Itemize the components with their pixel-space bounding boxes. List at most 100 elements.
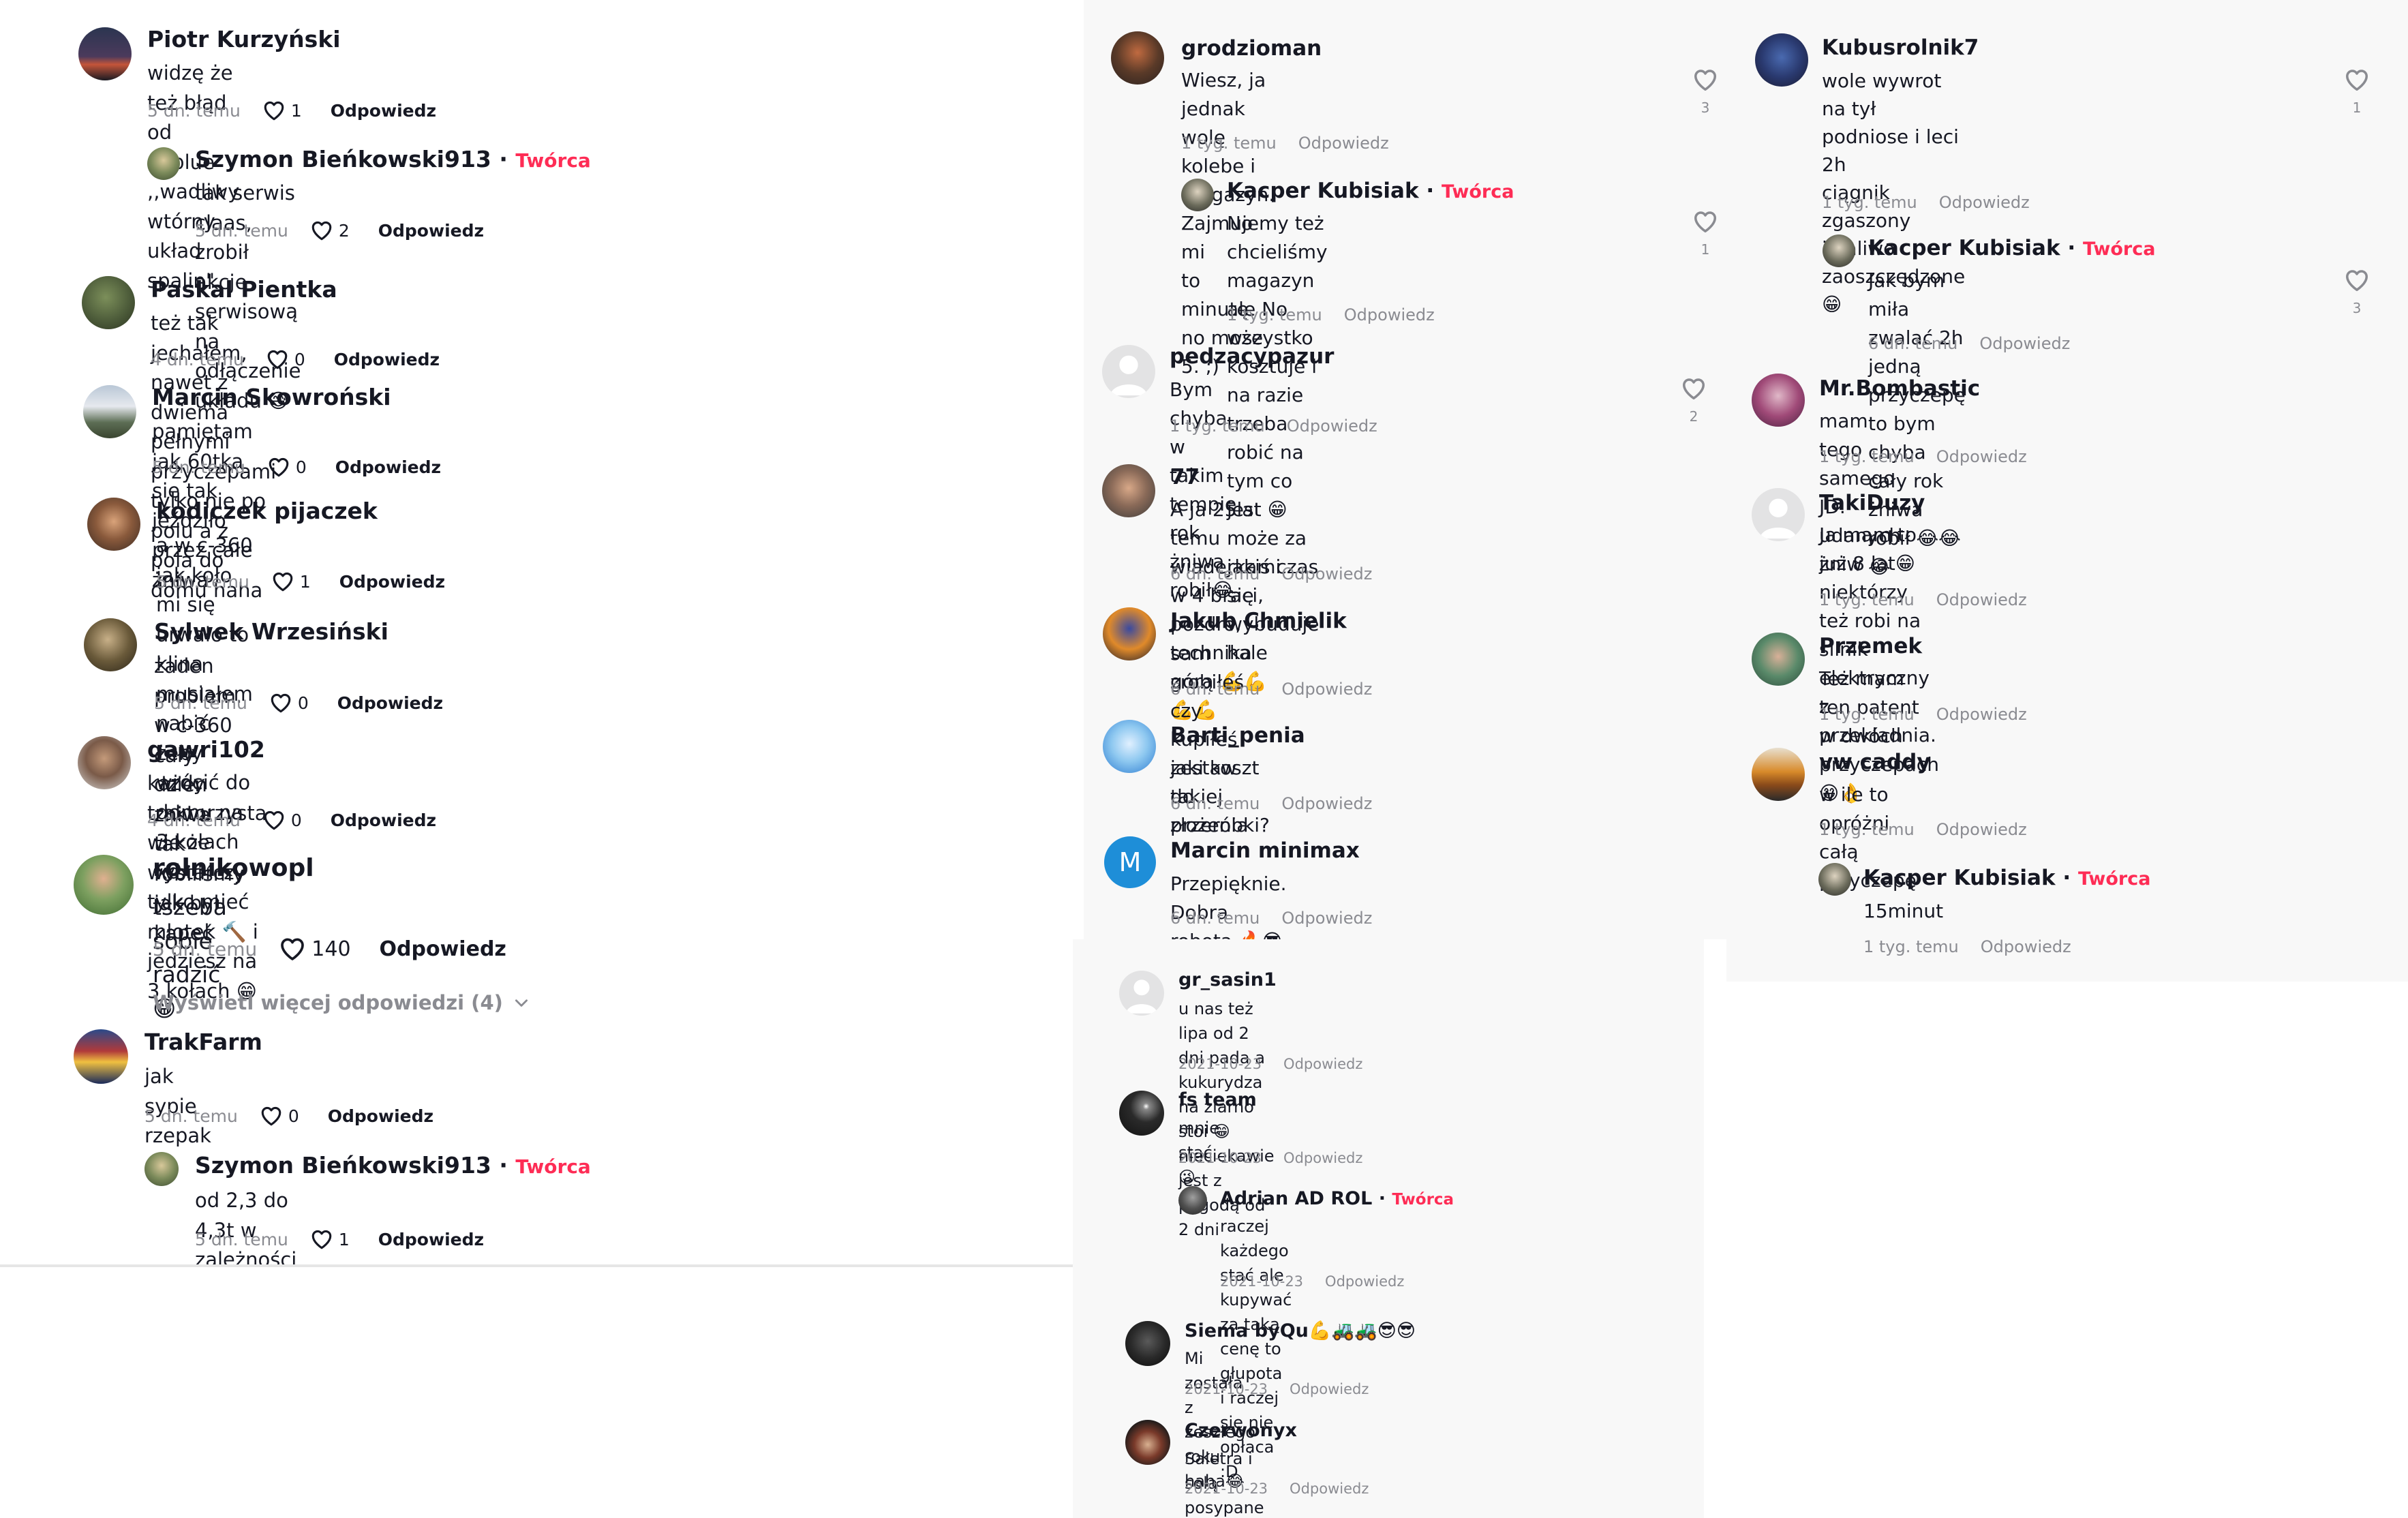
like-button[interactable]: 1 xyxy=(310,1228,350,1251)
reply-button[interactable]: Odpowiedz xyxy=(1344,305,1435,324)
reply-button[interactable]: Odpowiedz xyxy=(378,1230,484,1249)
reply-button[interactable]: Odpowiedz xyxy=(380,937,506,961)
like-button[interactable]: 3 xyxy=(2344,267,2370,316)
comment-author[interactable]: grodzioman xyxy=(1181,36,1322,61)
like-button[interactable]: 0 xyxy=(266,348,305,371)
avatar[interactable] xyxy=(78,736,131,789)
avatar[interactable] xyxy=(87,498,140,551)
avatar[interactable] xyxy=(147,147,180,180)
like-button[interactable]: 0 xyxy=(260,1104,299,1127)
avatar[interactable] xyxy=(1752,748,1805,801)
reply-button[interactable]: Odpowiedz xyxy=(1281,909,1372,928)
like-button[interactable]: 0 xyxy=(262,808,302,832)
reply-button[interactable]: Odpowiedz xyxy=(1936,705,2027,724)
reply-button[interactable]: Odpowiedz xyxy=(337,693,443,713)
avatar[interactable] xyxy=(82,276,135,329)
like-button[interactable]: 140 xyxy=(279,935,351,962)
avatar[interactable] xyxy=(1125,1420,1170,1465)
comment-author[interactable]: Kacper Kubisiak xyxy=(1863,866,2056,890)
reply-button[interactable]: Odpowiedz xyxy=(1936,590,2027,609)
comment-author[interactable]: 77 xyxy=(1170,465,1200,489)
comment-author[interactable]: Przemek xyxy=(1819,634,1922,658)
comment-author[interactable]: TakiDuzy xyxy=(1819,491,1925,515)
avatar[interactable]: M xyxy=(1104,836,1156,888)
reply-button[interactable]: Odpowiedz xyxy=(331,101,436,121)
avatar[interactable] xyxy=(1818,863,1851,896)
reply-button[interactable]: Odpowiedz xyxy=(1298,134,1389,153)
like-button[interactable]: 2 xyxy=(1681,376,1707,425)
reply-button[interactable]: Odpowiedz xyxy=(331,810,436,830)
comment-author[interactable]: Adrian AD ROL xyxy=(1220,1188,1372,1209)
comment-author[interactable]: Marcin minimax xyxy=(1170,838,1360,863)
reply-button[interactable]: Odpowiedz xyxy=(1979,334,2070,353)
like-button[interactable]: 1 xyxy=(262,99,302,122)
comment-author[interactable]: Kacper Kubisiak xyxy=(1227,179,1419,203)
like-button[interactable]: 1 xyxy=(2344,67,2370,116)
like-button[interactable]: 0 xyxy=(267,455,307,479)
avatar[interactable] xyxy=(83,385,136,438)
like-button[interactable]: 2 xyxy=(310,219,350,242)
comment-author[interactable]: Barti_penia xyxy=(1170,723,1305,748)
avatar[interactable] xyxy=(1752,633,1805,686)
reply-button[interactable]: Odpowiedz xyxy=(335,457,441,477)
avatar[interactable] xyxy=(144,1152,179,1186)
reply-button[interactable]: Odpowiedz xyxy=(378,221,484,241)
like-button[interactable]: 1 xyxy=(1692,209,1718,258)
comment-author[interactable]: Siema byQu💪🚜🚜😎😎 xyxy=(1185,1320,1416,1341)
reply-button[interactable]: Odpowiedz xyxy=(328,1106,433,1126)
reply-button[interactable]: Odpowiedz xyxy=(1936,820,2027,839)
comment-author[interactable]: Paskal Pientka xyxy=(151,276,337,303)
reply-button[interactable]: Odpowiedz xyxy=(339,572,445,592)
comment-author[interactable]: fs team xyxy=(1178,1089,1257,1110)
comment-author[interactable]: rolnikowopl xyxy=(153,854,314,882)
comment-author[interactable]: vw caddy xyxy=(1819,750,1931,774)
avatar[interactable] xyxy=(1103,607,1156,661)
reply-button[interactable]: Odpowiedz xyxy=(1981,937,2071,956)
comment-author[interactable]: Marcin Skowroński xyxy=(152,384,391,410)
avatar[interactable] xyxy=(84,618,137,671)
avatar[interactable] xyxy=(1119,971,1164,1016)
comment-author[interactable]: Szymon Bieńkowski913 xyxy=(195,146,491,172)
avatar[interactable] xyxy=(1755,33,1808,87)
like-button[interactable]: 1 xyxy=(271,570,311,593)
comment-author[interactable]: gr_sasin1 xyxy=(1178,969,1277,990)
comment-author[interactable]: gawri102 xyxy=(147,736,265,763)
avatar[interactable] xyxy=(1823,234,1855,267)
avatar[interactable] xyxy=(1125,1321,1170,1366)
reply-button[interactable]: Odpowiedz xyxy=(1325,1273,1404,1290)
reply-button[interactable]: Odpowiedz xyxy=(1283,1056,1362,1072)
comment-author[interactable]: Jakub Chmielik xyxy=(1170,609,1347,633)
avatar[interactable] xyxy=(1103,720,1156,773)
reply-button[interactable]: Odpowiedz xyxy=(1290,1481,1369,1497)
comment-author[interactable]: Kacper Kubisiak xyxy=(1868,236,2060,260)
comment-author[interactable]: kodiczek pijaczek xyxy=(156,498,378,524)
comment-author[interactable]: Mr.Bombastic xyxy=(1819,376,1980,401)
comment-author[interactable]: Szymon Bieńkowski913 xyxy=(195,1152,491,1179)
comment-author[interactable]: Sylwek Wrzesiński xyxy=(154,618,388,645)
comment-author[interactable]: Piotr Kurzyński xyxy=(147,26,341,52)
like-button[interactable]: 0 xyxy=(269,691,309,714)
reply-button[interactable]: Odpowiedz xyxy=(334,350,440,369)
avatar[interactable] xyxy=(1181,179,1214,211)
reply-button[interactable]: Odpowiedz xyxy=(1281,680,1372,699)
avatar[interactable] xyxy=(1102,345,1155,398)
like-button[interactable]: 3 xyxy=(1692,67,1718,116)
comment-author[interactable]: pedzacypazur xyxy=(1170,344,1334,369)
reply-button[interactable]: Odpowiedz xyxy=(1283,1150,1362,1166)
reply-button[interactable]: Odpowiedz xyxy=(1281,794,1372,813)
avatar[interactable] xyxy=(1178,1186,1207,1215)
reply-button[interactable]: Odpowiedz xyxy=(1287,416,1377,436)
reply-button[interactable]: Odpowiedz xyxy=(1939,193,2030,212)
avatar[interactable] xyxy=(78,27,132,80)
comment-author[interactable]: TrakFarm xyxy=(144,1029,262,1055)
reply-button[interactable]: Odpowiedz xyxy=(1936,447,2027,466)
reply-button[interactable]: Odpowiedz xyxy=(1290,1381,1369,1397)
avatar[interactable] xyxy=(74,855,134,915)
reply-button[interactable]: Odpowiedz xyxy=(1281,564,1372,583)
avatar[interactable] xyxy=(1102,464,1155,517)
comment-author[interactable]: Czerwonyx xyxy=(1185,1420,1297,1441)
avatar[interactable] xyxy=(74,1029,128,1084)
avatar[interactable] xyxy=(1111,31,1164,85)
avatar[interactable] xyxy=(1752,374,1805,427)
avatar[interactable] xyxy=(1752,488,1805,541)
